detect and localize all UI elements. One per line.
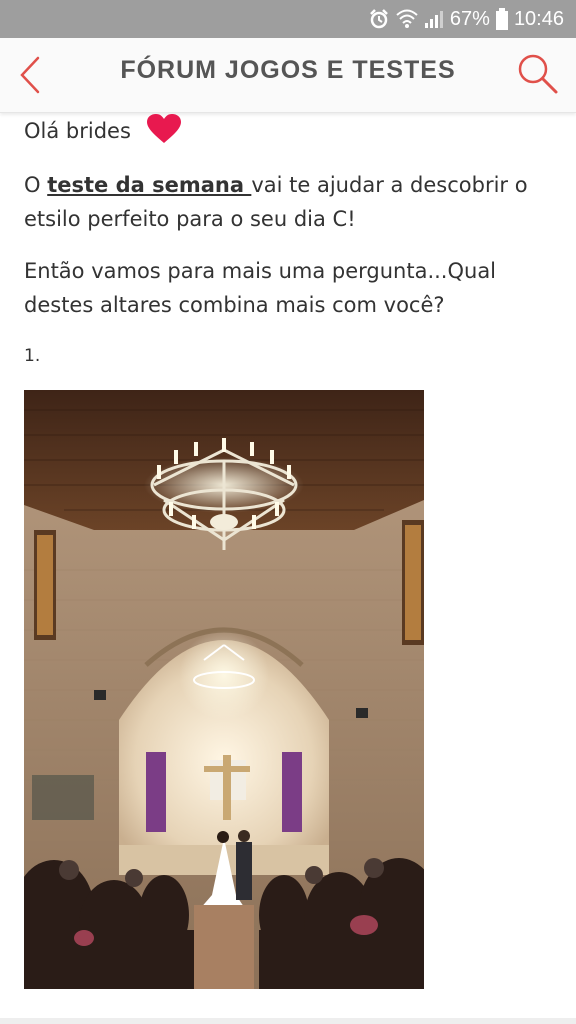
status-icons: 67% 10:46 <box>368 0 564 38</box>
battery-percent: 67% <box>449 7 490 30</box>
intro-text-start: O <box>24 173 48 197</box>
signal-icon <box>424 11 443 28</box>
church-altar-image <box>24 390 424 989</box>
wifi-icon <box>396 9 418 28</box>
altar-photo[interactable] <box>24 390 424 989</box>
back-arrow-icon <box>20 56 40 94</box>
weekly-test-link[interactable]: teste da semana <box>47 173 251 197</box>
question-paragraph: Então vamos para mais uma pergunta...Qua… <box>24 259 497 317</box>
list-marker: 1. <box>24 346 41 366</box>
greeting-text: Olá brides <box>24 119 131 143</box>
search-icon <box>518 54 558 94</box>
clock: 10:46 <box>513 7 564 30</box>
status-bar: 67% 10:46 <box>0 0 576 38</box>
battery-icon <box>495 8 508 30</box>
app-bar: FÓRUM JOGOS E TESTES <box>0 38 576 113</box>
page-title: FÓRUM JOGOS E TESTES <box>120 56 456 84</box>
heart-icon <box>146 114 181 143</box>
intro-paragraph: O teste da semana vai te ajudar a descob… <box>24 168 544 236</box>
back-button[interactable] <box>12 50 56 100</box>
search-button[interactable] <box>512 48 562 100</box>
bottom-divider <box>0 1018 576 1024</box>
alarm-icon <box>370 9 388 29</box>
greeting-line: Olá brides <box>24 114 182 146</box>
